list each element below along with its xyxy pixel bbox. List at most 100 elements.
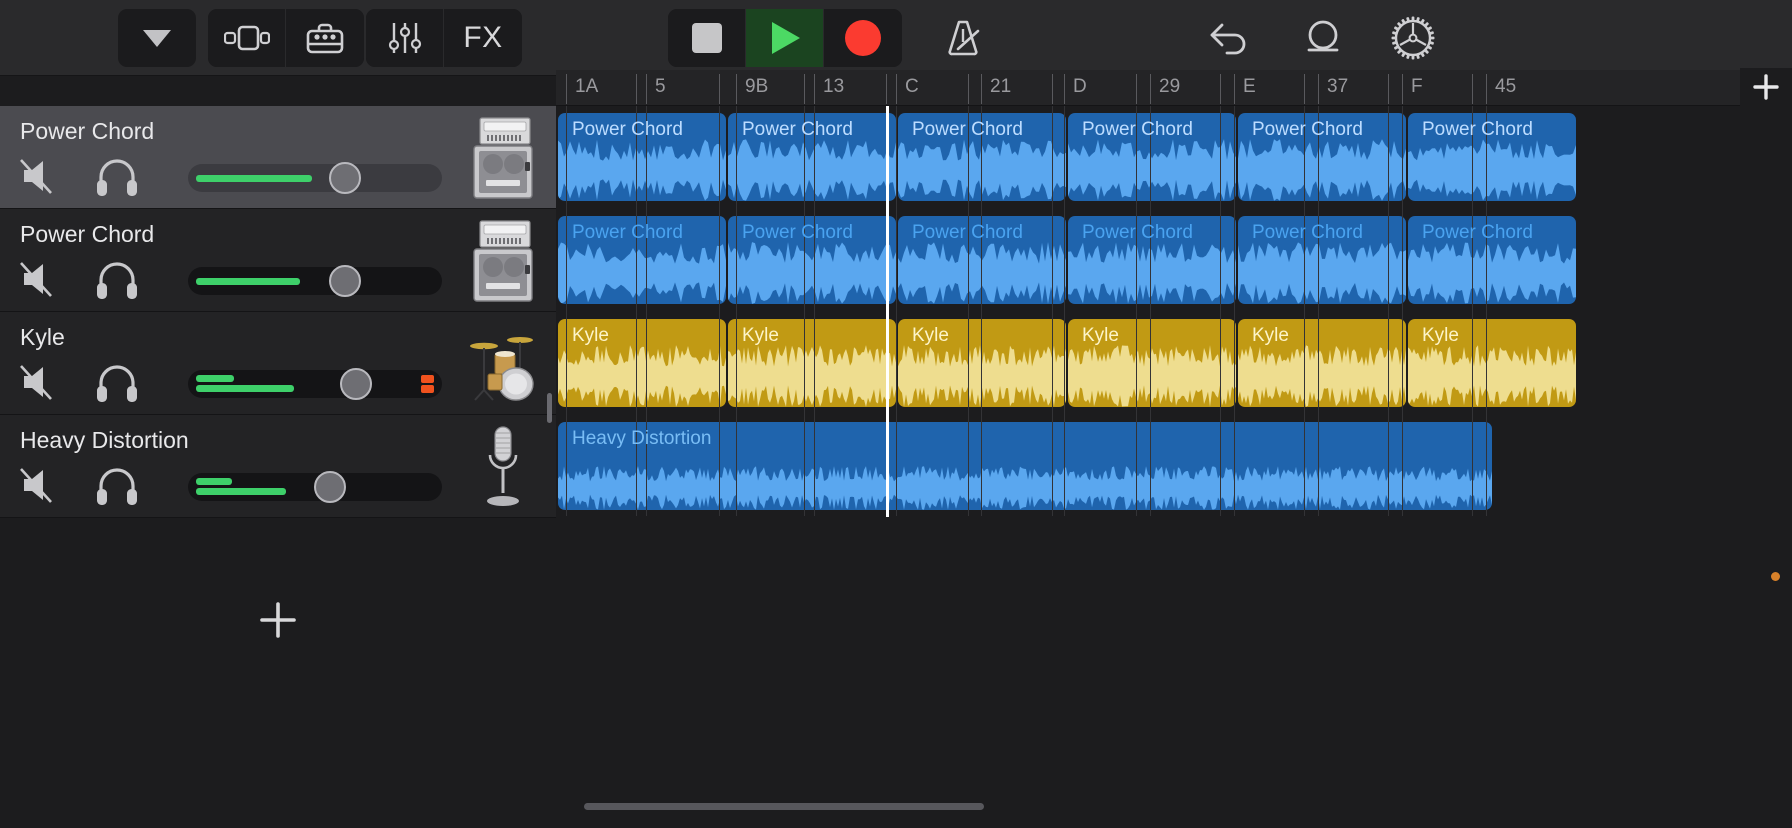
mixer-button[interactable] [366,9,444,67]
audio-region[interactable]: Power Chord [1068,113,1236,201]
mute-button[interactable] [18,465,62,510]
track-header-row[interactable]: Heavy Distortion [0,415,556,518]
ruler-label: 21 [990,76,1012,97]
automation-marker[interactable] [1771,572,1780,581]
region-label: Power Chord [742,119,853,140]
timeline-gridline [968,106,969,516]
clip-indicator[interactable] [421,385,434,393]
audio-region[interactable]: Power Chord [728,216,896,304]
cycle-button[interactable] [1292,9,1354,67]
metronome-button[interactable] [932,9,994,67]
timeline-lane[interactable]: Power Chord Power Chord Power Chord Power C… [556,209,1792,312]
region-label: Power Chord [572,119,683,140]
solo-button[interactable] [94,362,140,409]
audio-region[interactable]: Power Chord [558,216,726,304]
audio-region[interactable]: Kyle [558,319,726,407]
pedalboard-button[interactable] [286,9,364,67]
plus-icon [1753,74,1779,100]
timeline-lane[interactable]: Power Chord Power Chord Power Chord Power C… [556,106,1792,209]
audio-region[interactable]: Power Chord [1238,113,1406,201]
volume-slider[interactable] [188,368,442,400]
ruler-tick [736,74,737,104]
playhead[interactable] [886,106,889,517]
mute-button[interactable] [18,156,62,201]
instrument-icon-slot[interactable] [468,112,538,202]
loop-browser-button[interactable] [208,9,286,67]
track-header-row[interactable]: Power Chord [0,209,556,312]
audio-region[interactable]: Heavy Distortion [558,422,1492,510]
audio-region[interactable]: Kyle [728,319,896,407]
stop-button[interactable] [668,9,746,67]
instrument-icon-slot[interactable] [468,421,538,511]
volume-knob[interactable] [339,368,372,400]
mute-speaker-icon [20,159,52,194]
timeline-canvas[interactable]: Heavy Distortion Kyle Kyle Kyle Kyle Kyle Kyle… [556,106,1792,828]
track-header-row[interactable]: Power Chord [0,106,556,209]
region-waveform [728,242,896,304]
track-header-row[interactable]: Kyle [0,312,556,415]
region-waveform [1238,139,1406,201]
undo-button[interactable] [1200,9,1262,67]
audio-region[interactable]: Kyle [1068,319,1236,407]
audio-region[interactable]: Power Chord [728,113,896,201]
track-name-label[interactable]: Kyle [20,324,65,351]
mute-button[interactable] [18,259,62,304]
audio-region[interactable]: Kyle [898,319,1066,407]
ruler-tick [1486,74,1487,104]
solo-button[interactable] [94,156,140,203]
instrument-icon-slot[interactable] [468,318,538,408]
region-waveform [1408,139,1576,201]
audio-region[interactable]: Power Chord [1068,216,1236,304]
panel-resize-grip[interactable] [547,393,552,423]
timeline-lane[interactable]: Heavy Distortion [556,415,1792,518]
track-name-label[interactable]: Power Chord [20,118,154,145]
volume-slider[interactable] [188,265,442,297]
timeline-lane[interactable]: Kyle Kyle Kyle Kyle Kyle Kyle [556,312,1792,415]
fx-text-icon: FX [463,21,503,54]
region-waveform [1068,345,1236,407]
audio-region[interactable]: Kyle [1238,319,1406,407]
region-label: Kyle [1082,325,1119,346]
volume-slider[interactable] [188,471,442,503]
navigation-chevron-button[interactable] [118,9,196,67]
audio-region[interactable]: Kyle [1408,319,1576,407]
horizontal-scrollbar-thumb[interactable] [584,803,984,810]
solo-button[interactable] [94,465,140,512]
volume-slider[interactable] [188,162,442,194]
audio-region[interactable]: Power Chord [1408,216,1576,304]
ruler-label: E [1243,76,1256,97]
audio-region[interactable]: Power Chord [898,216,1066,304]
headphones-icon [97,159,137,196]
volume-knob[interactable] [329,162,362,194]
timeline-gridline [896,106,897,516]
horizontal-scrollbar[interactable] [584,803,1764,810]
add-track-button[interactable] [0,520,556,720]
volume-knob[interactable] [329,265,362,297]
ruler-tick [1234,74,1235,104]
audio-region[interactable]: Power Chord [898,113,1066,201]
stop-square-icon [691,23,722,53]
audio-region[interactable]: Power Chord [1408,113,1576,201]
timeline-gridline [636,106,637,516]
region-label: Power Chord [912,222,1023,243]
mute-button[interactable] [18,362,62,407]
solo-button[interactable] [94,259,140,306]
clip-indicator[interactable] [421,375,434,383]
track-name-label[interactable]: Heavy Distortion [20,427,189,454]
settings-button[interactable] [1382,9,1444,67]
instrument-icon-slot[interactable] [468,215,538,305]
add-track-ruler-button[interactable] [1740,68,1792,106]
region-waveform [558,242,726,304]
timeline-ruler[interactable]: 1A 5 9B 13 C 21 D 29 E 37 F 45 [556,70,1740,106]
timeline-gridline [1388,106,1389,516]
fx-button[interactable]: FX [444,9,522,67]
play-button[interactable] [746,9,824,67]
audio-region[interactable]: Power Chord [1238,216,1406,304]
main-toolbar: FX [0,0,1792,76]
record-button[interactable] [824,9,902,67]
level-meter-bar [196,277,300,285]
volume-knob[interactable] [314,471,347,503]
region-waveform [898,139,1066,201]
audio-region[interactable]: Power Chord [558,113,726,201]
track-name-label[interactable]: Power Chord [20,221,154,248]
